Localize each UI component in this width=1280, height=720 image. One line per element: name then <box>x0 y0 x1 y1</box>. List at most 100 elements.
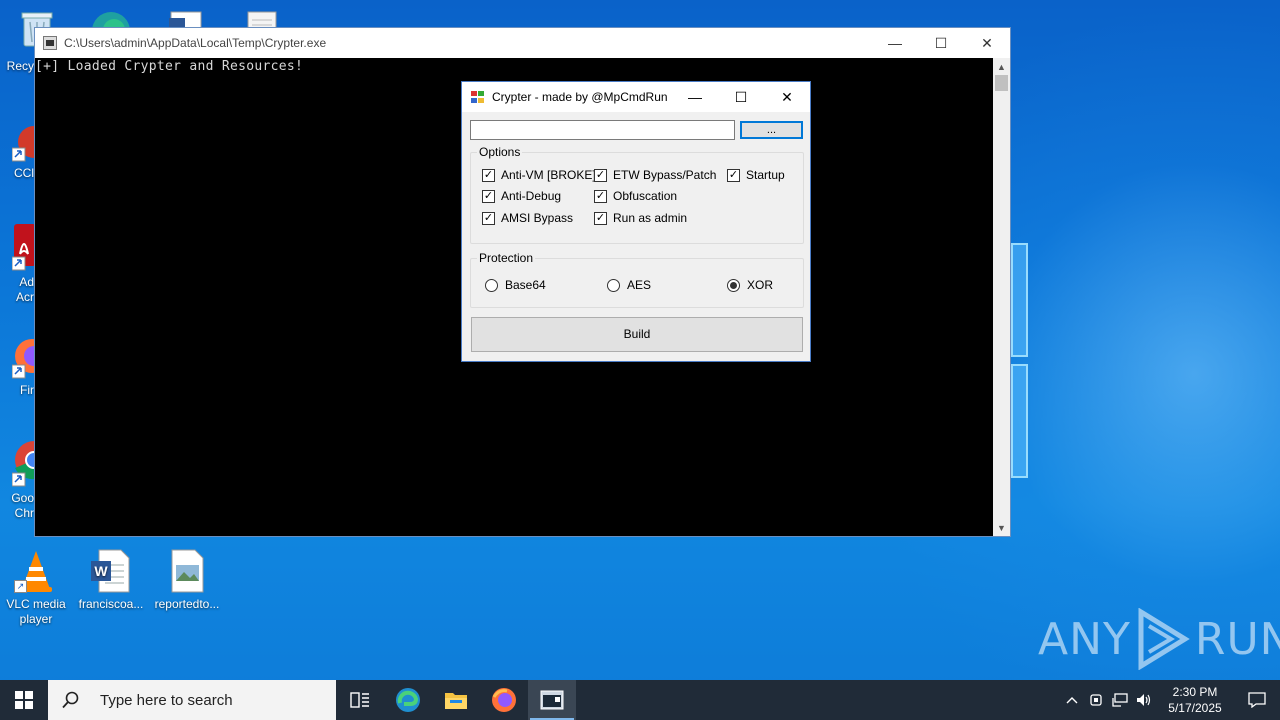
anyrun-watermark: ANY RUN <box>1038 608 1280 670</box>
crypter-console-icon <box>540 690 564 710</box>
watermark-text-right: RUN <box>1194 613 1280 665</box>
windows-logo-pane-bottom <box>1011 364 1028 478</box>
chrome-icon[interactable] <box>11 440 53 488</box>
console-window-title: C:\Users\admin\AppData\Local\Temp\Crypte… <box>64 36 327 50</box>
tray-chevron-up-icon[interactable] <box>1060 696 1084 704</box>
checkbox-checked-icon[interactable]: ✓ <box>594 211 607 225</box>
desktop-icon-word-doc[interactable]: W franciscoa... <box>73 549 149 612</box>
option-etw-bypass[interactable]: ✓ ETW Bypass/Patch <box>594 168 716 182</box>
watermark-play-icon <box>1138 608 1190 670</box>
edge-desktop-icon[interactable] <box>86 6 136 28</box>
word-desktop-icon-top[interactable] <box>167 10 205 28</box>
checkbox-checked-icon[interactable]: ✓ <box>482 189 495 203</box>
console-title-bar[interactable]: C:\Users\admin\AppData\Local\Temp\Crypte… <box>35 28 1010 58</box>
console-app-icon <box>43 36 57 50</box>
firefox-label: Fir <box>20 383 34 397</box>
word-document-icon: W <box>89 549 133 593</box>
protection-group-label: Protection <box>477 251 536 265</box>
desktop-icon-label: franciscoa... <box>78 597 144 611</box>
tray-volume-icon[interactable] <box>1132 693 1156 707</box>
dialog-maximize-button[interactable]: ☐ <box>718 82 764 112</box>
file-path-input[interactable] <box>470 120 735 140</box>
dialog-minimize-button[interactable]: — <box>672 82 718 112</box>
option-anti-vm[interactable]: ✓ Anti-VM [BROKE] <box>482 168 596 182</box>
taskbar-clock[interactable]: 2:30 PM 5/17/2025 <box>1156 684 1234 716</box>
search-icon <box>62 691 84 709</box>
desktop-icon-vlc[interactable]: ↗ VLC media player <box>0 549 74 627</box>
build-button[interactable]: Build <box>471 317 803 352</box>
checkbox-checked-icon[interactable]: ✓ <box>594 168 607 182</box>
watermark-text-left: ANY <box>1038 613 1131 665</box>
windows-start-icon <box>15 691 33 709</box>
desktop-icon-image-file[interactable]: reportedto... <box>149 549 225 612</box>
firefox-icon[interactable] <box>11 338 49 380</box>
protection-base64[interactable]: Base64 <box>485 278 546 292</box>
taskbar-edge[interactable] <box>384 680 432 720</box>
acrobat-icon[interactable] <box>11 224 36 272</box>
protection-group: Protection Base64 AES XOR <box>470 251 804 308</box>
start-button[interactable] <box>0 680 48 720</box>
taskbar-crypter-console[interactable] <box>528 680 576 720</box>
console-output-text: [+] Loaded Crypter and Resources! <box>35 59 304 74</box>
protection-xor[interactable]: XOR <box>727 278 773 292</box>
recycle-bin-label: Recy <box>6 59 34 73</box>
radio-selected-icon[interactable] <box>727 278 740 292</box>
chrome-label-2: Chr <box>14 506 34 520</box>
checkbox-checked-icon[interactable]: ✓ <box>482 211 495 225</box>
clock-time: 2:30 PM <box>1172 685 1218 699</box>
ccleaner-icon[interactable] <box>11 122 36 162</box>
taskbar-search-box[interactable]: Type here to search <box>48 680 336 720</box>
browse-button[interactable]: ... <box>740 121 803 139</box>
desktop-icon-label: VLC media player <box>6 597 66 626</box>
taskbar-file-explorer[interactable] <box>432 680 480 720</box>
option-run-as-admin[interactable]: ✓ Run as admin <box>594 211 687 225</box>
option-anti-debug[interactable]: ✓ Anti-Debug <box>482 189 561 203</box>
task-view-icon <box>350 692 369 708</box>
notification-icon <box>1248 692 1266 708</box>
radio-unselected-icon[interactable] <box>607 278 620 292</box>
edge-icon <box>396 688 420 712</box>
vlc-icon: ↗ <box>14 549 58 593</box>
checkbox-checked-icon[interactable]: ✓ <box>727 168 740 182</box>
system-tray: 2:30 PM 5/17/2025 <box>1060 680 1280 720</box>
desktop-icon-label: reportedto... <box>154 597 220 611</box>
action-center-button[interactable] <box>1234 692 1280 708</box>
windows-logo-pane-top <box>1011 243 1028 357</box>
option-obfuscation[interactable]: ✓ Obfuscation <box>594 189 677 203</box>
option-amsi-bypass[interactable]: ✓ AMSI Bypass <box>482 211 573 225</box>
checkbox-checked-icon[interactable]: ✓ <box>482 168 495 182</box>
dialog-title: Crypter - made by @MpCmdRun <box>492 90 668 104</box>
acrobat-label-2: Acr <box>16 290 34 304</box>
console-scrollbar[interactable]: ▲ ▼ <box>993 58 1010 536</box>
search-placeholder: Type here to search <box>100 691 233 709</box>
svg-text:W: W <box>94 563 108 579</box>
taskbar: Type here to search 2:30 PM 5/17/2025 <box>0 680 1280 720</box>
console-minimize-button[interactable]: — <box>872 28 918 58</box>
dialog-app-icon <box>471 90 485 104</box>
firefox-icon <box>492 688 516 712</box>
console-maximize-button[interactable]: ☐ <box>918 28 964 58</box>
clock-date: 5/17/2025 <box>1168 701 1222 715</box>
shortcut-arrow-icon: ↗ <box>14 580 27 593</box>
tray-device-icon[interactable] <box>1084 693 1108 707</box>
scroll-down-arrow-icon[interactable]: ▼ <box>993 519 1010 536</box>
chrome-label-1: Goo <box>11 491 34 505</box>
dialog-close-button[interactable]: ✕ <box>764 82 810 112</box>
image-file-icon <box>165 549 209 593</box>
console-close-button[interactable]: ✕ <box>964 28 1010 58</box>
taskbar-firefox[interactable] <box>480 680 528 720</box>
option-startup[interactable]: ✓ Startup <box>727 168 785 182</box>
protection-aes[interactable]: AES <box>607 278 651 292</box>
options-group-label: Options <box>477 145 523 159</box>
dialog-title-bar[interactable]: Crypter - made by @MpCmdRun — ☐ ✕ <box>462 82 810 112</box>
acrobat-label-1: Ad <box>19 275 34 289</box>
scroll-up-arrow-icon[interactable]: ▲ <box>993 58 1010 75</box>
crypter-dialog[interactable]: Crypter - made by @MpCmdRun — ☐ ✕ ... Op… <box>461 81 811 362</box>
checkbox-checked-icon[interactable]: ✓ <box>594 189 607 203</box>
file-desktop-icon-top[interactable] <box>244 10 280 28</box>
radio-unselected-icon[interactable] <box>485 278 498 292</box>
file-explorer-icon <box>445 693 467 709</box>
tray-network-icon[interactable] <box>1108 693 1132 707</box>
scroll-thumb[interactable] <box>995 75 1008 91</box>
task-view-button[interactable] <box>336 680 384 720</box>
